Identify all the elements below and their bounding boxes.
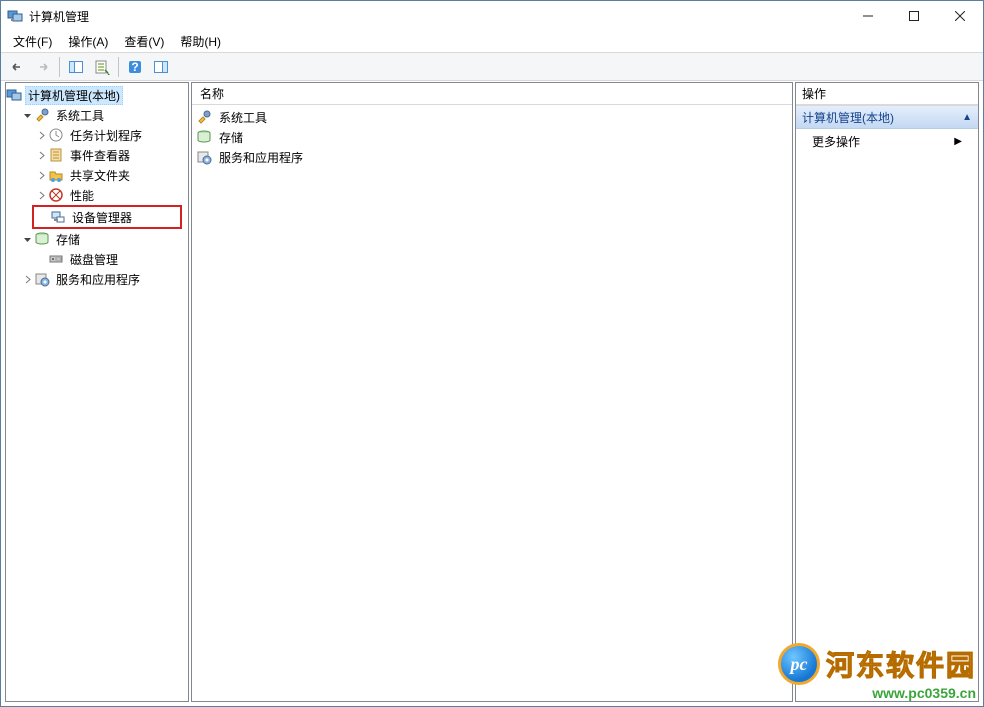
window-controls (845, 1, 983, 31)
actions-more-actions[interactable]: 更多操作 ▶ (796, 129, 978, 153)
highlight-annotation: 设备管理器 (32, 205, 182, 229)
submenu-arrow-icon: ▶ (954, 136, 962, 147)
show-hide-actions-button[interactable] (149, 55, 173, 79)
content-area: 计算机管理(本地) 系统工具 (1, 81, 983, 706)
tree-label: 计算机管理(本地) (25, 86, 123, 105)
actions-pane: 操作 计算机管理(本地) ▲ 更多操作 ▶ (795, 82, 979, 702)
list-item-services-apps[interactable]: 服务和应用程序 (196, 147, 788, 167)
device-manager-icon (50, 209, 66, 225)
event-log-icon (48, 147, 64, 163)
tree-item-task-scheduler[interactable]: 任务计划程序 (6, 125, 188, 145)
app-window: 计算机管理 文件(F) 操作(A) 查看(V) 帮助(H) (0, 0, 984, 707)
menu-file[interactable]: 文件(F) (5, 31, 60, 52)
window-title: 计算机管理 (29, 8, 845, 25)
actions-section-title[interactable]: 计算机管理(本地) ▲ (796, 105, 978, 129)
maximize-button[interactable] (891, 1, 937, 31)
tools-icon (196, 109, 212, 125)
chevron-right-icon[interactable] (34, 128, 48, 142)
services-icon (196, 149, 212, 165)
list-pane: 名称 系统工具 存储 (191, 82, 793, 702)
tools-icon (34, 107, 50, 123)
tree-item-services-apps[interactable]: 服务和应用程序 (6, 269, 188, 289)
tree-pane: 计算机管理(本地) 系统工具 (5, 82, 189, 702)
chevron-right-icon[interactable] (34, 148, 48, 162)
clock-icon (48, 127, 64, 143)
close-button[interactable] (937, 1, 983, 31)
toolbar: ? (1, 53, 983, 81)
actions-header: 操作 (796, 83, 978, 105)
back-button[interactable] (5, 55, 29, 79)
help-button[interactable]: ? (123, 55, 147, 79)
list-column-header[interactable]: 名称 (192, 83, 792, 105)
chevron-right-icon[interactable] (34, 188, 48, 202)
tree-label: 服务和应用程序 (53, 270, 143, 289)
disk-icon (48, 251, 64, 267)
column-name-label: 名称 (200, 85, 224, 102)
expander-empty (34, 252, 48, 266)
tree-item-event-viewer[interactable]: 事件查看器 (6, 145, 188, 165)
storage-icon (196, 129, 212, 145)
toolbar-separator (59, 57, 60, 77)
properties-button[interactable] (90, 55, 114, 79)
tree-item-disk-management[interactable]: 磁盘管理 (6, 249, 188, 269)
svg-text:?: ? (131, 60, 138, 74)
collapse-icon: ▲ (962, 112, 972, 123)
app-icon (7, 8, 23, 24)
tree-item-root[interactable]: 计算机管理(本地) (6, 85, 188, 105)
menu-action[interactable]: 操作(A) (60, 31, 116, 52)
services-icon (34, 271, 50, 287)
storage-icon (34, 231, 50, 247)
tree-label: 性能 (67, 186, 97, 205)
chevron-right-icon[interactable] (34, 168, 48, 182)
list-item-label: 系统工具 (219, 109, 267, 126)
minimize-button[interactable] (845, 1, 891, 31)
show-hide-tree-button[interactable] (64, 55, 88, 79)
menu-help[interactable]: 帮助(H) (172, 31, 229, 52)
actions-link-label: 更多操作 (812, 133, 860, 150)
tree-label: 系统工具 (53, 106, 107, 125)
forward-button[interactable] (31, 55, 55, 79)
tree-item-performance[interactable]: 性能 (6, 185, 188, 205)
toolbar-separator (118, 57, 119, 77)
computer-management-icon (6, 87, 22, 103)
tree-label: 共享文件夹 (67, 166, 133, 185)
actions-section-label: 计算机管理(本地) (802, 109, 894, 126)
chevron-down-icon[interactable] (20, 232, 34, 246)
expander-empty (36, 210, 50, 224)
tree-item-system-tools[interactable]: 系统工具 (6, 105, 188, 125)
shared-folder-icon (48, 167, 64, 183)
tree-label: 事件查看器 (67, 146, 133, 165)
tree-label: 设备管理器 (69, 208, 135, 227)
tree-item-shared-folders[interactable]: 共享文件夹 (6, 165, 188, 185)
list-item-storage[interactable]: 存储 (196, 127, 788, 147)
tree-label: 存储 (53, 230, 83, 249)
tree-label: 任务计划程序 (67, 126, 145, 145)
menu-view[interactable]: 查看(V) (116, 31, 172, 52)
chevron-right-icon[interactable] (20, 272, 34, 286)
list-item-system-tools[interactable]: 系统工具 (196, 107, 788, 127)
list-item-label: 服务和应用程序 (219, 149, 303, 166)
performance-icon (48, 187, 64, 203)
tree-label: 磁盘管理 (67, 250, 121, 269)
chevron-down-icon[interactable] (20, 108, 34, 122)
list-item-label: 存储 (219, 129, 243, 146)
menubar: 文件(F) 操作(A) 查看(V) 帮助(H) (1, 31, 983, 53)
actions-header-label: 操作 (802, 85, 826, 102)
nav-tree: 计算机管理(本地) 系统工具 (6, 83, 188, 291)
titlebar: 计算机管理 (1, 1, 983, 31)
tree-item-device-manager[interactable]: 设备管理器 (34, 207, 180, 227)
tree-item-storage[interactable]: 存储 (6, 229, 188, 249)
list-body: 系统工具 存储 服务和应用程序 (192, 105, 792, 701)
